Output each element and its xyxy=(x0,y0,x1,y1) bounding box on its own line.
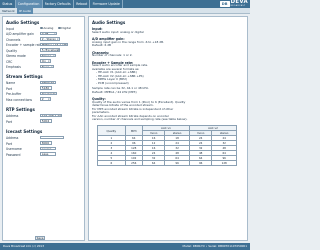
stream-name-label: Name xyxy=(6,81,16,85)
rtp-settings-title: RTP Settings xyxy=(6,107,35,112)
quality-select[interactable]: 5 (Excellent) xyxy=(40,48,60,52)
stream-settings-title: Stream Settings xyxy=(6,74,43,79)
encoder-label: Encoder + sample rate xyxy=(6,43,42,47)
radio-dot-selected xyxy=(58,26,61,30)
table-cell: 96 xyxy=(164,160,190,166)
table-header-row: Quality MP3 AAC v1 AAC v2 xyxy=(97,125,238,136)
max-connections-select[interactable]: 2 xyxy=(40,97,51,101)
help-panel: Audio Settings Input: Select audio input… xyxy=(88,16,248,241)
icecast-port-input[interactable]: 8000 xyxy=(40,141,52,145)
prebuffer-select[interactable]: Disabled xyxy=(40,91,57,96)
sub-tab-bar: Network IP Audio xyxy=(0,7,250,14)
emphasis-label: Emphasis xyxy=(6,65,21,69)
device-info-text: Model: DB90-TX • Serial: DB90TX110705000… xyxy=(182,244,247,248)
crc-select[interactable]: On xyxy=(40,59,51,63)
table-cell: 256 xyxy=(124,160,143,166)
status-bar: Deva Broadcast Ltd. (c) 2013 Model: DB90… xyxy=(0,243,250,250)
icecast-address-label: Address xyxy=(6,136,19,140)
icecast-address-input[interactable] xyxy=(40,135,64,140)
ad-gain-select[interactable]: 0 dB xyxy=(40,31,57,36)
input-digital-radio[interactable]: Digital xyxy=(58,26,71,30)
top-menu-bar: Status Configuration Factory Defaults Re… xyxy=(0,0,250,8)
rtp-port-input[interactable]: 5004 xyxy=(40,119,52,123)
icecast-password-input[interactable]: pass xyxy=(40,152,56,156)
input-label: Input xyxy=(6,26,15,31)
table-row: 6 256 64 96 96 128 xyxy=(97,160,237,166)
icecast-port-label: Port xyxy=(6,141,13,146)
help-encoder-default: Default: MPEG1 / 44 kHz (MP3) xyxy=(92,89,137,94)
table-cell: 128 xyxy=(211,160,237,166)
crc-label: CRC xyxy=(6,59,13,64)
help-gain-default: Default: 6 dB xyxy=(92,43,112,47)
rtp-address-label: Address xyxy=(6,114,19,118)
menu-factory-defaults[interactable]: Factory Defaults xyxy=(43,0,74,8)
radio-dot xyxy=(40,26,43,30)
tab-network[interactable]: Network xyxy=(0,8,17,14)
table-cell: 6 xyxy=(97,160,126,166)
table-cell: 64 xyxy=(141,160,166,166)
quality-label: Quality xyxy=(6,48,18,53)
icecast-username-input[interactable]: source xyxy=(40,146,56,151)
channels-label: Channels xyxy=(6,37,21,42)
copyright-text: Deva Broadcast Ltd. (c) 2013 xyxy=(3,244,44,248)
stream-name-input[interactable]: DB90-TX xyxy=(40,80,56,85)
help-channels-text: Number of channels: 1 or 2. xyxy=(92,53,133,57)
brand-logo: DB DEVA BROADCAST xyxy=(219,0,248,8)
table-header-cell: Quality xyxy=(97,125,126,136)
table-cell: 96 xyxy=(188,160,213,166)
emphasis-select[interactable]: None xyxy=(40,64,54,69)
stereo-mode-label: Stereo mode xyxy=(6,54,26,58)
encoder-select[interactable]: MPEG1 / 44.1 kHz xyxy=(40,42,68,47)
logo-mark: DB xyxy=(219,1,230,8)
input-analog-radio[interactable]: Analog xyxy=(40,26,53,30)
quality-bitrate-table: Quality MP3 AAC v1 AAC v2 mono stereo mo… xyxy=(97,125,238,166)
menu-firmware-update[interactable]: Firmware Update xyxy=(90,0,124,8)
ad-gain-label: A/D amplifier gain xyxy=(6,32,34,36)
menu-reboot[interactable]: Reboot xyxy=(74,0,91,8)
table-header-cell: MP3 xyxy=(124,125,143,136)
stream-port-input[interactable]: 5180 xyxy=(40,86,52,90)
rtp-address-input[interactable]: 192.168.1.20 xyxy=(40,113,62,118)
icecast-username-label: Username xyxy=(6,147,22,151)
icecast-settings-title: Icecast Settings xyxy=(6,129,43,134)
table-body: 1 64 16 18 24 24 2 96 12 24 24 32 3 128 16 32 32 48 4 160 24… xyxy=(97,135,237,166)
audio-settings-title: Audio Settings xyxy=(6,20,40,25)
help-quality-text: version, number of channels and sampling… xyxy=(92,117,188,121)
save-button[interactable]: Save xyxy=(35,236,45,241)
help-title: Audio Settings xyxy=(92,20,126,25)
stream-port-label: Port xyxy=(6,86,13,91)
icecast-password-label: Password xyxy=(6,152,21,157)
channels-select[interactable]: 2 - Stereo xyxy=(40,37,60,41)
max-connections-label: Max connections xyxy=(6,97,33,102)
help-input-text: Select audio input: analog or digital xyxy=(92,29,144,34)
stereo-mode-select[interactable]: Stereo xyxy=(40,53,56,58)
tab-ip-audio[interactable]: IP Audio xyxy=(16,7,34,14)
rtp-port-label: Port xyxy=(6,119,13,124)
settings-form-panel: Audio Settings Input Analog Digital A/D … xyxy=(2,16,85,241)
help-encoder-format-item: - PCM (uncompressed) xyxy=(96,80,129,85)
prebuffer-label: Pre-buffer xyxy=(6,92,22,96)
